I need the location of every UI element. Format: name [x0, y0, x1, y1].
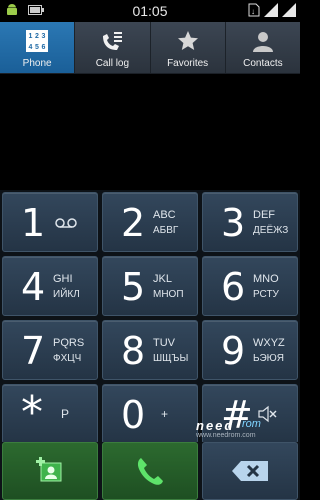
star-icon — [175, 28, 201, 54]
key-4[interactable]: 4 GHI ИЙКЛ — [2, 256, 98, 316]
key-digit: 3 — [221, 201, 246, 245]
status-bar: 01:05 ↓ — [0, 0, 300, 22]
key-letters-latin: MNO — [253, 273, 279, 285]
add-contact-button[interactable] — [2, 442, 98, 500]
svg-text:4: 4 — [29, 44, 33, 51]
key-digit: 7 — [21, 329, 46, 373]
watermark-sub: rom — [242, 418, 261, 430]
key-letters-cyrillic: ИЙКЛ — [53, 289, 80, 300]
voicemail-icon — [55, 218, 77, 228]
svg-text:6: 6 — [42, 44, 46, 51]
key-3[interactable]: 3 DEF ДЕЁЖЗ — [202, 192, 298, 252]
add-contact-icon — [36, 457, 62, 482]
key-digit: 8 — [121, 329, 146, 373]
key-digit: 5 — [121, 265, 146, 309]
tab-bar: 123 456 Phone Call log Favorites Contact… — [0, 22, 300, 74]
number-display[interactable] — [0, 75, 300, 190]
person-icon — [250, 28, 276, 54]
svg-text:5: 5 — [35, 44, 39, 51]
watermark-logo: need rom www.needrom.com — [196, 418, 286, 448]
key-digit: 0 — [121, 393, 146, 437]
key-star[interactable]: * P — [2, 384, 98, 444]
tab-favorites-label: Favorites — [167, 58, 209, 69]
svg-text:3: 3 — [42, 33, 46, 40]
key-digit: 6 — [221, 265, 246, 309]
key-letters-latin: PQRS — [53, 337, 85, 349]
key-9[interactable]: 9 WXYZ ЬЭЮЯ — [202, 320, 298, 380]
key-2[interactable]: 2 ABC АБВГ — [102, 192, 198, 252]
watermark-url: www.needrom.com — [196, 432, 256, 439]
key-plus-label: + — [161, 407, 169, 421]
key-digit: 2 — [121, 201, 146, 245]
svg-text:↓: ↓ — [251, 7, 255, 16]
key-digit: 9 — [221, 329, 246, 373]
watermark-main: need — [196, 418, 235, 433]
tab-phone[interactable]: 123 456 Phone — [0, 22, 76, 73]
key-letters-latin: WXYZ — [253, 337, 285, 349]
key-letters-latin: ABC — [153, 209, 176, 221]
key-8[interactable]: 8 TUV ШЩЪЫ — [102, 320, 198, 380]
tab-contacts[interactable]: Contacts — [226, 22, 300, 73]
key-7[interactable]: 7 PQRS ФХЦЧ — [2, 320, 98, 380]
tab-call-log-label: Call log — [95, 58, 130, 69]
key-6[interactable]: 6 MNO РСТУ — [202, 256, 298, 316]
call-log-icon — [99, 28, 125, 54]
tab-phone-label: Phone — [22, 58, 52, 69]
dialpad: 1 2 ABC АБВГ 3 DEF ДЕЁЖЗ 4 GHI ИЙКЛ 5 JK… — [0, 190, 300, 444]
tab-call-log[interactable]: Call log — [75, 22, 151, 73]
key-letters-latin: DEF — [253, 209, 275, 221]
signal-icon-2 — [282, 3, 296, 17]
action-bar — [0, 442, 300, 500]
key-letters-cyrillic: ФХЦЧ — [53, 353, 82, 364]
key-digit: 4 — [21, 265, 46, 309]
dialpad-icon: 123 456 — [24, 28, 50, 54]
key-pause-label: P — [61, 407, 70, 421]
phone-icon — [137, 458, 163, 485]
key-5[interactable]: 5 JKL МНОП — [102, 256, 198, 316]
key-letters-cyrillic: ДЕЁЖЗ — [253, 225, 289, 236]
svg-text:2: 2 — [35, 33, 39, 40]
key-1[interactable]: 1 — [2, 192, 98, 252]
key-letters-latin: GHI — [53, 273, 73, 285]
status-right-icons: ↓ — [248, 3, 296, 17]
key-letters-latin: JKL — [153, 273, 172, 285]
key-letters-cyrillic: АБВГ — [153, 225, 179, 236]
sim-icon: ↓ — [248, 3, 260, 17]
backspace-icon — [232, 461, 268, 481]
key-letters-cyrillic: МНОП — [153, 289, 184, 300]
key-digit: 1 — [21, 201, 46, 245]
backspace-button[interactable] — [202, 442, 298, 500]
key-0[interactable]: 0 + — [102, 384, 198, 444]
key-letters-cyrillic: ЬЭЮЯ — [253, 353, 284, 364]
tab-contacts-label: Contacts — [243, 58, 283, 69]
call-button[interactable] — [102, 442, 198, 500]
key-letters-cyrillic: РСТУ — [253, 289, 279, 300]
key-letters-cyrillic: ШЩЪЫ — [153, 353, 189, 364]
tab-favorites[interactable]: Favorites — [151, 22, 226, 73]
signal-icon-1 — [264, 3, 278, 17]
key-letters-latin: TUV — [153, 337, 175, 349]
key-digit: * — [21, 387, 43, 438]
svg-text:1: 1 — [29, 33, 33, 40]
